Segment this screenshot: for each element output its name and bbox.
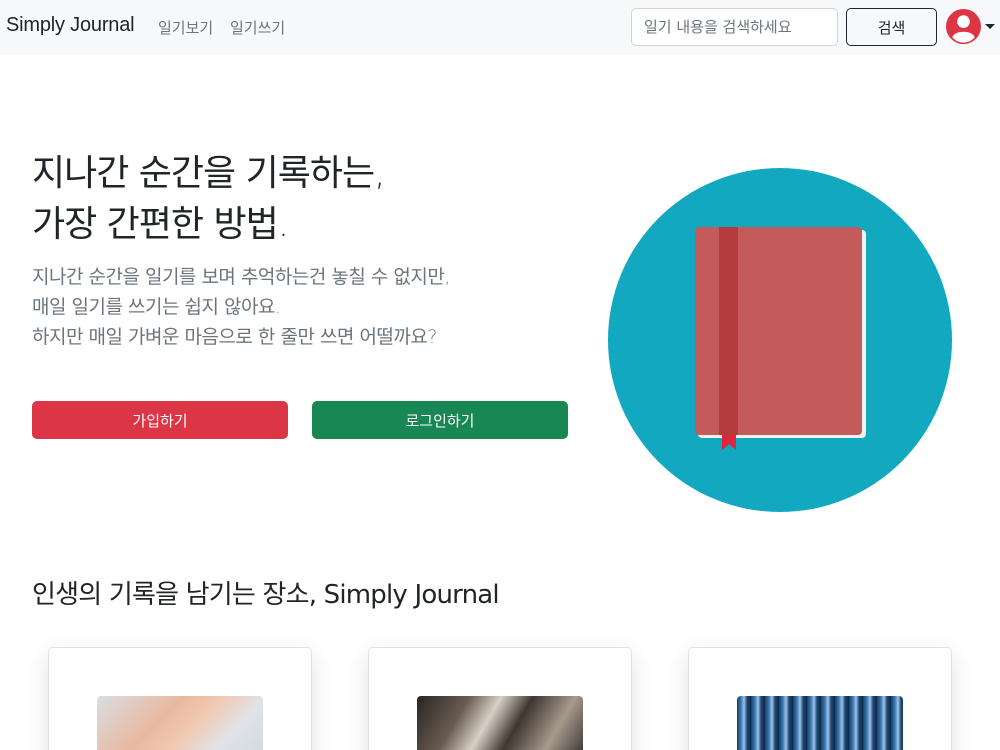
card-image	[737, 696, 903, 750]
card-image	[417, 696, 583, 750]
hero-description-line: 매일 일기를 쓰기는 쉽지 않아요.	[32, 296, 281, 318]
feature-card	[368, 647, 632, 750]
login-button[interactable]: 로그인하기	[312, 401, 568, 439]
user-circle-icon	[945, 8, 982, 45]
search-button[interactable]: 검색	[846, 8, 937, 46]
book-icon	[608, 168, 952, 512]
nav-link-write-journal[interactable]: 일기쓰기	[230, 17, 285, 38]
hero-title-line: 가장 간편한 방법.	[32, 204, 289, 245]
card-image	[97, 696, 263, 750]
hero-title: 지나간 순간을 기록하는, 가장 간편한 방법.	[32, 148, 386, 250]
search-input[interactable]	[631, 8, 838, 46]
section-title: 인생의 기록을 남기는 장소, Simply Journal	[32, 580, 500, 610]
hero-title-line: 지나간 순간을 기록하는,	[32, 153, 386, 194]
brand-logo[interactable]: Simply Journal	[6, 14, 135, 37]
hero-description-line: 하지만 매일 가벼운 마음으로 한 줄만 쓰면 어떨까요?	[32, 326, 437, 348]
hero-description: 지나간 순간을 일기를 보며 추억하는건 놓칠 수 없지만, 매일 일기를 쓰기…	[32, 262, 450, 352]
chevron-down-icon	[985, 24, 995, 29]
feature-card	[688, 647, 952, 750]
hero-description-line: 지나간 순간을 일기를 보며 추억하는건 놓칠 수 없지만,	[32, 266, 450, 288]
top-navbar: Simply Journal 일기보기 일기쓰기 검색	[0, 0, 1000, 55]
nav-link-view-journal[interactable]: 일기보기	[158, 17, 213, 38]
signup-button[interactable]: 가입하기	[32, 401, 288, 439]
profile-dropdown[interactable]	[944, 7, 996, 47]
feature-card	[48, 647, 312, 750]
